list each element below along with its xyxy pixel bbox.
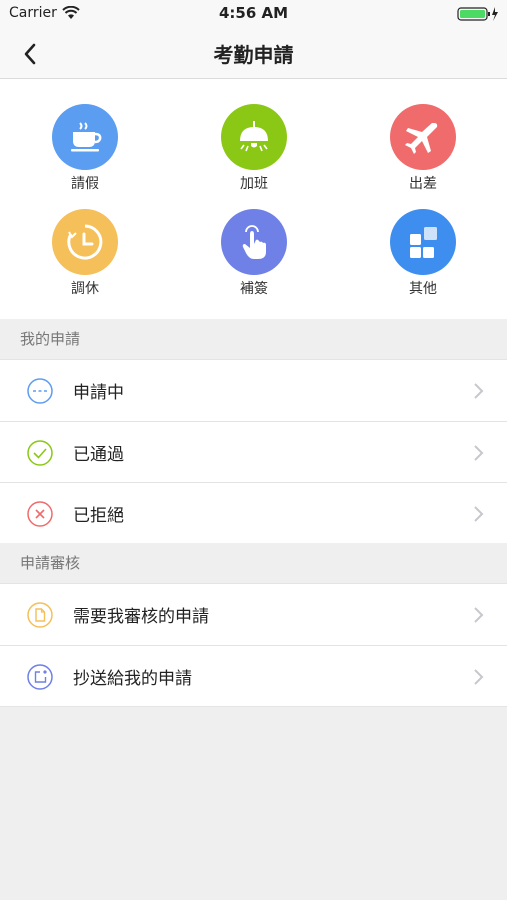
- grid-item-label: 請假: [71, 176, 99, 192]
- request-type-grid: 請假 加班 出差 調休 補簽 其他: [0, 79, 507, 319]
- battery-icon: [457, 7, 498, 21]
- overtime-circle: [221, 104, 287, 170]
- list-item-approved[interactable]: 已通過: [0, 421, 507, 482]
- chevron-right-icon: [474, 607, 484, 623]
- page-title: 考勤申請: [213, 43, 294, 67]
- grid-apps-icon: [410, 227, 437, 258]
- grid-item-missed-punch[interactable]: 補簽: [194, 209, 314, 298]
- compensatory-leave-circle: [52, 209, 118, 275]
- list-item-label: 已通過: [73, 445, 124, 465]
- grid-item-overtime[interactable]: 加班: [194, 104, 314, 193]
- coffee-icon: [71, 122, 102, 152]
- list-item-label: 已拒絕: [73, 506, 124, 526]
- list-item-label: 需要我審核的申請: [73, 607, 209, 627]
- navigation-bar: 考勤申請: [0, 28, 507, 79]
- lamp-icon: [240, 121, 268, 152]
- grid-item-label: 其他: [409, 281, 437, 297]
- grid-item-other[interactable]: 其他: [363, 209, 483, 298]
- grid-item-business-trip[interactable]: 出差: [363, 104, 483, 193]
- list-item-cc-to-me[interactable]: 抄送給我的申請: [0, 645, 507, 706]
- grid-item-label: 調休: [71, 281, 99, 297]
- chevron-right-icon: [474, 506, 484, 522]
- review-list: 需要我審核的申請 抄送給我的申請: [0, 583, 507, 707]
- share-icon: [27, 664, 53, 690]
- my-requests-list: 申請中 已通過 已拒絕: [0, 359, 507, 544]
- touch-hand-icon: [242, 225, 266, 259]
- business-trip-circle: [390, 104, 456, 170]
- leave-circle: [52, 104, 118, 170]
- missed-punch-circle: [221, 209, 287, 275]
- document-icon: [27, 602, 53, 628]
- pending-icon: [27, 378, 53, 404]
- grid-item-label: 加班: [240, 176, 268, 192]
- list-item-label: 申請中: [73, 383, 124, 403]
- section-header-review: 申請審核: [0, 543, 507, 583]
- other-circle: [390, 209, 456, 275]
- airplane-icon: [405, 123, 438, 154]
- list-item-pending[interactable]: 申請中: [0, 360, 507, 421]
- list-item-label: 抄送給我的申請: [73, 669, 192, 689]
- grid-item-label: 出差: [409, 176, 437, 192]
- chevron-right-icon: [474, 445, 484, 461]
- chevron-right-icon: [474, 383, 484, 399]
- rejected-x-icon: [27, 501, 53, 527]
- grid-item-label: 補簽: [240, 281, 268, 297]
- approved-check-icon: [27, 440, 53, 466]
- list-item-needs-my-review[interactable]: 需要我審核的申請: [0, 584, 507, 645]
- list-item-rejected[interactable]: 已拒絕: [0, 482, 507, 543]
- status-bar: Carrier 4:56 AM: [0, 0, 507, 28]
- clock-icon: [67, 224, 103, 260]
- chevron-right-icon: [474, 669, 484, 685]
- grid-item-compensatory-leave[interactable]: 調休: [25, 209, 145, 298]
- clock-time: 4:56 AM: [218, 4, 289, 22]
- section-header-my-requests: 我的申請: [0, 319, 507, 359]
- grid-item-leave[interactable]: 請假: [25, 104, 145, 193]
